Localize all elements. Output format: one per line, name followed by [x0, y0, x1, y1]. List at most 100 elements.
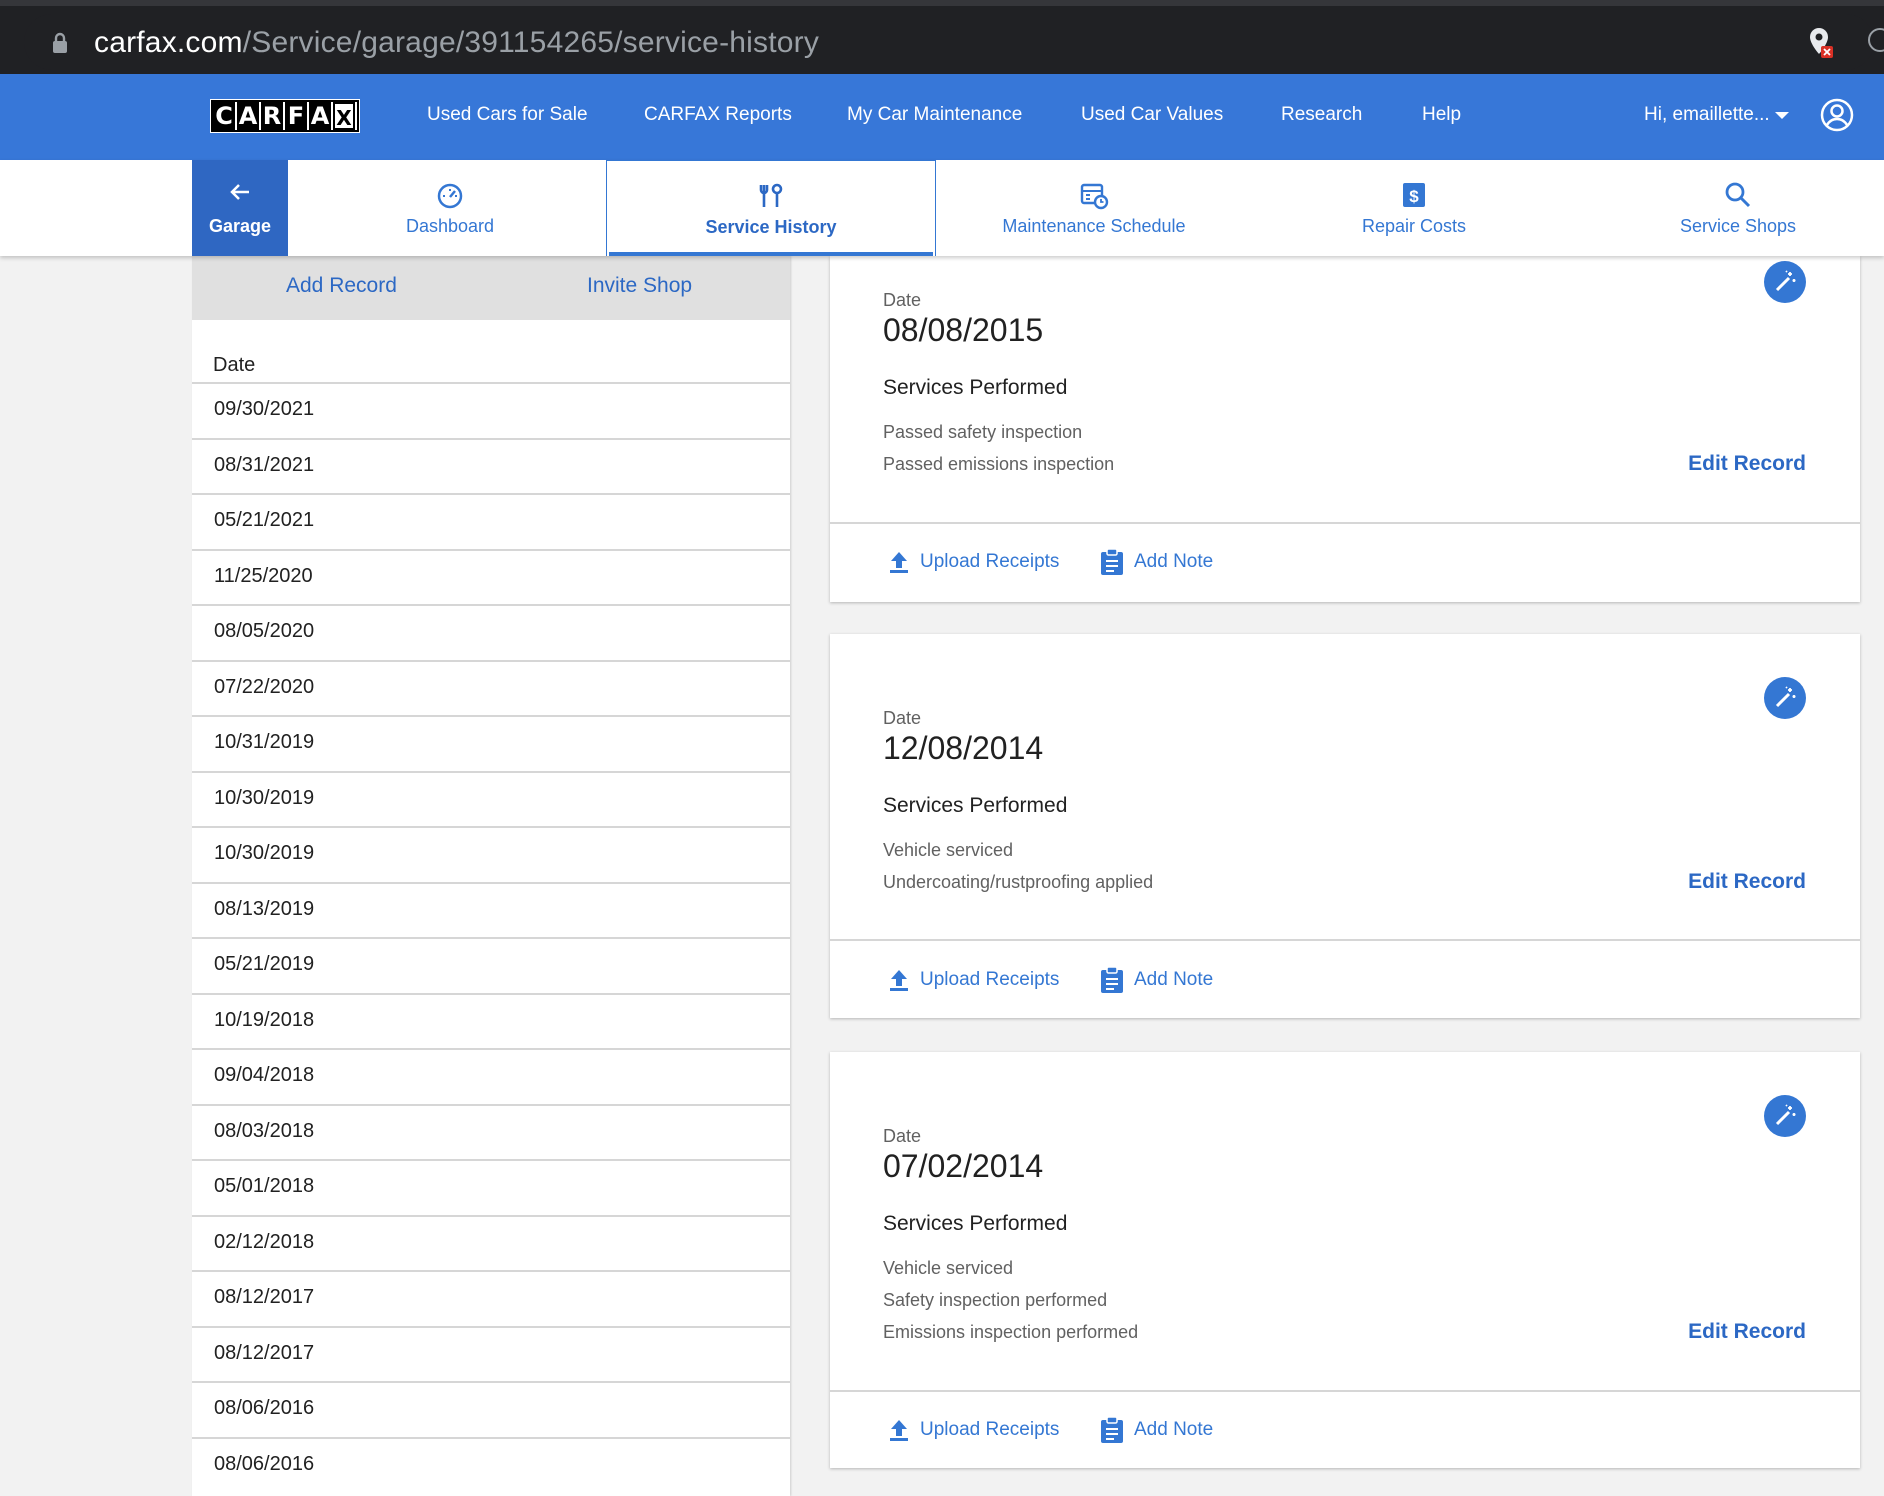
- date-list-item[interactable]: 08/13/2019: [192, 881, 790, 938]
- nav-research[interactable]: Research: [1281, 104, 1362, 126]
- date-list-item[interactable]: 08/03/2018: [192, 1103, 790, 1160]
- add-note-label: Add Note: [1134, 969, 1214, 990]
- nav-carfax-reports[interactable]: CARFAX Reports: [644, 104, 792, 126]
- date-list-item[interactable]: 11/25/2020: [192, 548, 790, 605]
- add-note-label: Add Note: [1134, 551, 1214, 572]
- date-list-item[interactable]: 08/06/2016: [192, 1436, 790, 1493]
- tab-maintenance-schedule[interactable]: Maintenance Schedule: [936, 160, 1252, 256]
- edit-record-button[interactable]: Edit Record: [1688, 1320, 1806, 1344]
- nav-used-car-values[interactable]: Used Car Values: [1081, 104, 1223, 126]
- magic-wand-icon: [1775, 686, 1796, 708]
- tab-dashboard-label: Dashboard: [405, 216, 495, 236]
- service-item: Safety inspection performed: [883, 1290, 1108, 1310]
- date-list-item[interactable]: 10/30/2019: [192, 826, 790, 882]
- url-text: carfax.com/Service/garage/391154265/serv…: [94, 26, 820, 59]
- invite-shop-button[interactable]: Invite Shop: [587, 274, 692, 298]
- clipboard-icon: [1101, 966, 1123, 993]
- record-date: 08/08/2015: [883, 312, 1044, 348]
- services-performed-label: Services Performed: [883, 376, 1068, 399]
- lock-icon: [53, 32, 67, 53]
- record-date-label: Date: [883, 1126, 922, 1146]
- service-item: Passed safety inspection: [883, 422, 1083, 442]
- caret-down-icon[interactable]: [1775, 112, 1789, 119]
- tab-service-history[interactable]: Service History: [606, 160, 936, 256]
- date-list-item[interactable]: 10/19/2018: [192, 992, 790, 1049]
- add-note-button[interactable]: Add Note: [1100, 548, 1213, 576]
- user-menu[interactable]: Hi, emaillette...: [1644, 104, 1770, 126]
- carfax-logo[interactable]: CARFAX: [210, 99, 360, 133]
- upload-icon: [890, 970, 908, 991]
- record-date: 07/02/2014: [883, 1148, 1044, 1184]
- date-list-item[interactable]: 02/12/2018: [192, 1214, 790, 1271]
- garage-back-button[interactable]: Garage: [192, 160, 288, 256]
- date-list-item[interactable]: 07/22/2020: [192, 659, 790, 716]
- location-blocked-icon[interactable]: [1807, 26, 1833, 60]
- upload-receipts-label: Upload Receipts: [920, 969, 1060, 990]
- search-icon: [1725, 182, 1751, 208]
- nav-help[interactable]: Help: [1422, 104, 1461, 126]
- clipboard-icon: [1101, 1416, 1123, 1443]
- record-source-badge[interactable]: [1764, 261, 1806, 303]
- upload-icon: [890, 1420, 908, 1441]
- date-list-item[interactable]: 08/12/2017: [192, 1270, 790, 1326]
- date-list-item[interactable]: 05/01/2018: [192, 1159, 790, 1215]
- record-source-badge[interactable]: [1764, 1095, 1806, 1137]
- nav-my-car-maintenance[interactable]: My Car Maintenance: [847, 104, 1022, 126]
- calendar-clock-icon: [1080, 183, 1109, 210]
- service-item: Passed emissions inspection: [883, 454, 1115, 474]
- date-list-item[interactable]: 08/05/2020: [192, 604, 790, 660]
- date-list-item[interactable]: 08/31/2021: [192, 437, 790, 494]
- service-record-card: Date 08/08/2015 Services Performed Passe…: [830, 256, 1860, 602]
- record-date: 12/08/2014: [883, 730, 1044, 766]
- tab-maintenance-schedule-label: Maintenance Schedule: [1002, 216, 1186, 236]
- magic-wand-icon: [1775, 1104, 1796, 1126]
- services-performed-label: Services Performed: [883, 1212, 1068, 1235]
- services-performed-label: Services Performed: [883, 794, 1068, 817]
- active-tab-indicator: [609, 252, 933, 256]
- add-note-label: Add Note: [1134, 1419, 1214, 1440]
- record-source-badge[interactable]: [1764, 677, 1806, 719]
- upload-receipts-label: Upload Receipts: [920, 551, 1060, 572]
- tab-dashboard[interactable]: Dashboard: [290, 160, 610, 256]
- edit-record-button[interactable]: Edit Record: [1688, 870, 1806, 894]
- date-list-item[interactable]: 09/30/2021: [192, 382, 790, 438]
- service-item: Emissions inspection performed: [883, 1322, 1139, 1342]
- service-record-card: Date 07/02/2014 Services Performed Vehic…: [830, 1052, 1860, 1468]
- garage-label: Garage: [208, 216, 272, 236]
- add-note-button[interactable]: Add Note: [1100, 1416, 1213, 1444]
- address-bar[interactable]: carfax.com/Service/garage/391154265/serv…: [24, 14, 1874, 70]
- account-icon[interactable]: [1820, 98, 1854, 132]
- date-column-header: Date: [213, 354, 256, 376]
- tab-service-shops[interactable]: Service Shops: [1578, 160, 1884, 256]
- upload-receipts-button[interactable]: Upload Receipts: [888, 968, 1059, 992]
- date-list-item[interactable]: 08/12/2017: [192, 1325, 790, 1382]
- add-record-button[interactable]: Add Record: [286, 274, 397, 298]
- date-list-item[interactable]: 05/21/2021: [192, 493, 790, 549]
- date-list-item[interactable]: 09/04/2018: [192, 1048, 790, 1104]
- tab-repair-costs-label: Repair Costs: [1361, 216, 1467, 236]
- service-record-card: Date 12/08/2014 Services Performed Vehic…: [830, 634, 1860, 1018]
- card-divider: [830, 939, 1860, 941]
- arrow-left-icon: [230, 184, 249, 200]
- upload-receipts-button[interactable]: Upload Receipts: [888, 1418, 1059, 1442]
- date-list-item[interactable]: 10/30/2019: [192, 770, 790, 827]
- date-list-item[interactable]: 05/21/2019: [192, 937, 790, 993]
- tab-service-shops-label: Service Shops: [1679, 216, 1797, 236]
- clipboard-icon: [1101, 548, 1123, 575]
- date-list: 09/30/2021 08/31/2021 05/21/2021 11/25/2020…: [192, 382, 790, 1492]
- date-list-item[interactable]: 08/06/2016: [192, 1381, 790, 1437]
- tab-repair-costs[interactable]: $ Repair Costs: [1256, 160, 1572, 256]
- record-date-label: Date: [883, 290, 922, 310]
- service-item: Undercoating/rustproofing applied: [883, 872, 1154, 892]
- add-note-button[interactable]: Add Note: [1100, 966, 1213, 994]
- card-divider: [830, 522, 1860, 524]
- upload-receipts-button[interactable]: Upload Receipts: [888, 550, 1059, 574]
- nav-used-cars[interactable]: Used Cars for Sale: [427, 104, 588, 126]
- browser-toolbar: carfax.com/Service/garage/391154265/serv…: [0, 0, 1884, 74]
- edit-record-button[interactable]: Edit Record: [1688, 452, 1806, 476]
- card-divider: [830, 1390, 1860, 1392]
- top-navigation: CARFAX Used Cars for Sale CARFAX Reports…: [0, 74, 1884, 160]
- service-date-list-panel: Add Record Invite Shop Date 09/30/2021 08…: [192, 256, 790, 1496]
- date-list-item[interactable]: 10/31/2019: [192, 715, 790, 771]
- magic-wand-icon: [1775, 270, 1796, 292]
